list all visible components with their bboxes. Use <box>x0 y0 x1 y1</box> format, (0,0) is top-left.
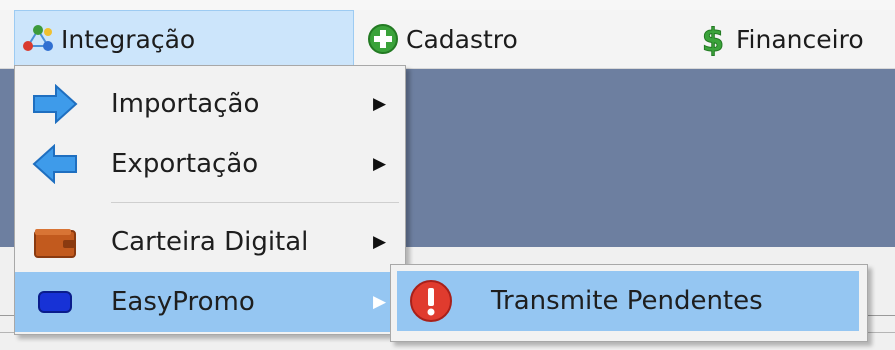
top-strip <box>0 0 895 10</box>
wallet-icon <box>29 216 81 268</box>
menu-integracao[interactable]: Integração <box>14 10 354 68</box>
menu-item-importacao[interactable]: Importação ▶ <box>15 74 405 134</box>
arrow-right-icon <box>29 78 81 130</box>
menu-item-label: Carteira Digital <box>111 227 309 257</box>
menu-bar: Integração Cadastro $ Financeiro <box>0 10 895 69</box>
plus-circle-icon <box>366 22 400 56</box>
easypromo-submenu: Transmite Pendentes <box>390 264 868 342</box>
dollar-icon: $ <box>696 22 730 56</box>
submenu-arrow-icon: ▶ <box>373 154 387 174</box>
submenu-arrow-icon: ▶ <box>373 94 387 114</box>
blue-box-icon <box>29 276 81 328</box>
network-icon <box>21 22 55 56</box>
menu-item-carteira-digital[interactable]: Carteira Digital ▶ <box>15 212 405 272</box>
menu-item-label: Exportação <box>111 149 259 179</box>
alert-icon <box>405 275 457 327</box>
menu-item-easypromo[interactable]: EasyPromo ▶ <box>15 272 405 332</box>
submenu-arrow-icon: ▶ <box>373 292 387 312</box>
menu-separator <box>111 202 399 203</box>
menu-item-label: EasyPromo <box>111 287 255 317</box>
menu-financeiro-label: Financeiro <box>736 24 864 54</box>
menu-cadastro[interactable]: Cadastro <box>360 10 518 68</box>
menu-item-label: Transmite Pendentes <box>491 286 763 316</box>
menu-item-transmite-pendentes[interactable]: Transmite Pendentes <box>397 271 859 331</box>
menu-integracao-label: Integração <box>61 24 196 54</box>
submenu-arrow-icon: ▶ <box>373 232 387 252</box>
integracao-dropdown: Importação ▶ Exportação ▶ Carteira Digit… <box>14 65 406 335</box>
menu-cadastro-label: Cadastro <box>406 24 518 54</box>
menu-item-label: Importação <box>111 89 260 119</box>
arrow-left-icon <box>29 138 81 190</box>
menu-item-exportacao[interactable]: Exportação ▶ <box>15 134 405 194</box>
svg-text:$: $ <box>702 22 724 56</box>
menu-financeiro[interactable]: $ Financeiro <box>690 10 864 68</box>
